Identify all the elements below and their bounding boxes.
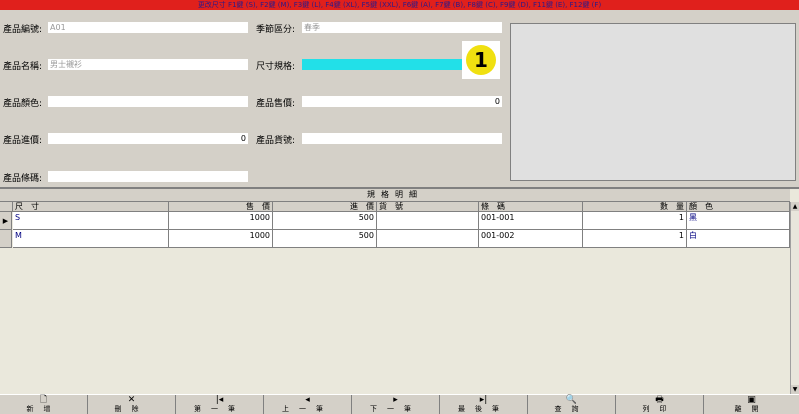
first-record-icon: |◂ [215, 395, 224, 405]
print-button-label: 列印 [642, 405, 677, 413]
add-button-label: 新增 [26, 405, 61, 413]
table-row-qty[interactable]: 1 [583, 212, 687, 230]
new-doc-icon: 🗋 [39, 395, 48, 405]
size-spec-label: 尺寸規格: [256, 62, 296, 72]
table-row-price[interactable]: 1000 [169, 230, 273, 248]
product-sku-label: 產品貨號: [256, 136, 296, 146]
table-row-price[interactable]: 1000 [169, 212, 273, 230]
table-row-color[interactable]: 白 [687, 230, 790, 248]
product-code-field[interactable]: A01 [48, 22, 248, 33]
next-record-icon: ▸ [393, 395, 398, 405]
product-photo-area[interactable] [510, 23, 796, 181]
first-record-button-label: 第一筆 [194, 405, 245, 413]
search-button[interactable]: 🔍 查詢 [528, 395, 616, 414]
last-record-button[interactable]: ▸| 最後筆 [440, 395, 528, 414]
grid-title: 規格明細 [0, 189, 790, 202]
add-button[interactable]: 🗋 新增 [0, 395, 88, 414]
size-spec-field[interactable] [302, 59, 464, 70]
bottom-toolbar: 🗋 新增 ✕ 刪除 |◂ 第一筆 ◂ 上一筆 ▸ 下一筆 ▸| 最後筆 🔍 查詢… [0, 394, 799, 414]
delete-button[interactable]: ✕ 刪除 [88, 395, 176, 414]
step-number: 1 [466, 45, 496, 75]
row-selector[interactable] [0, 230, 12, 248]
table-row-size[interactable]: S [13, 212, 169, 230]
search-button-label: 查詢 [554, 405, 589, 413]
barcode-label: 產品條碼: [3, 174, 43, 184]
table-row-size[interactable]: M [13, 230, 169, 248]
product-code-label: 產品編號: [3, 25, 43, 35]
next-record-button[interactable]: ▸ 下一筆 [352, 395, 440, 414]
cost-price-label: 產品進價: [3, 136, 43, 146]
function-key-hint-bar: 更改尺寸 F1鍵 (S), F2鍵 (M), F3鍵 (L), F4鍵 (XL)… [0, 0, 799, 10]
first-record-button[interactable]: |◂ 第一筆 [176, 395, 264, 414]
cost-price-field[interactable]: 0 [48, 133, 248, 144]
grid-vertical-scrollbar[interactable]: ▲ ▼ [790, 202, 799, 394]
exit-button-label: 離開 [734, 405, 769, 413]
table-row-color[interactable]: 黑 [687, 212, 790, 230]
search-icon: 🔍 [565, 395, 578, 405]
table-row-cost[interactable]: 500 [273, 230, 377, 248]
spec-detail-grid: 規格明細 尺 寸 售 價 進 價 貨 號 條 碼 數 量 顏 色 ▶ S 100… [0, 189, 799, 394]
sale-price-label: 產品售價: [256, 99, 296, 109]
delete-button-label: 刪除 [114, 405, 149, 413]
table-row-sku[interactable] [377, 212, 479, 230]
table-row-barcode[interactable]: 001-002 [479, 230, 583, 248]
prev-record-button-label: 上一筆 [282, 405, 333, 413]
step-badge: 1 [462, 41, 500, 79]
last-record-icon: ▸| [479, 395, 488, 405]
product-name-field[interactable]: 男士襯衫 [48, 59, 248, 70]
print-button[interactable]: 🖶 列印 [616, 395, 704, 414]
product-sku-field[interactable] [302, 133, 502, 144]
column-header-size[interactable]: 尺 寸 [13, 202, 169, 212]
next-record-button-label: 下一筆 [370, 405, 421, 413]
season-field[interactable]: 春季 [302, 22, 502, 33]
grid-corner [0, 202, 13, 212]
table-row-cost[interactable]: 500 [273, 212, 377, 230]
row-selector-current[interactable]: ▶ [0, 212, 12, 230]
column-header-qty[interactable]: 數 量 [583, 202, 687, 212]
print-icon: 🖶 [655, 395, 664, 405]
column-header-sku[interactable]: 貨 號 [377, 202, 479, 212]
color-field[interactable] [48, 96, 248, 107]
scroll-up-icon[interactable]: ▲ [791, 202, 799, 211]
sale-price-field[interactable]: 0 [302, 96, 502, 107]
table-row-sku[interactable] [377, 230, 479, 248]
column-header-cost[interactable]: 進 價 [273, 202, 377, 212]
barcode-field[interactable] [48, 171, 248, 182]
prev-record-button[interactable]: ◂ 上一筆 [264, 395, 352, 414]
last-record-button-label: 最後筆 [458, 405, 509, 413]
table-row-barcode[interactable]: 001-001 [479, 212, 583, 230]
exit-button[interactable]: ▣ 離開 [704, 395, 799, 414]
exit-icon: ▣ [747, 395, 756, 405]
column-header-color[interactable]: 顏 色 [687, 202, 790, 212]
column-header-price[interactable]: 售 價 [169, 202, 273, 212]
product-name-label: 產品名稱: [3, 62, 43, 72]
season-label: 季節區分: [256, 25, 296, 35]
delete-icon: ✕ [127, 395, 136, 405]
scroll-down-icon[interactable]: ▼ [791, 385, 799, 394]
prev-record-icon: ◂ [305, 395, 310, 405]
color-label: 產品顏色: [3, 99, 43, 109]
column-header-barcode[interactable]: 條 碼 [479, 202, 583, 212]
table-row-qty[interactable]: 1 [583, 230, 687, 248]
